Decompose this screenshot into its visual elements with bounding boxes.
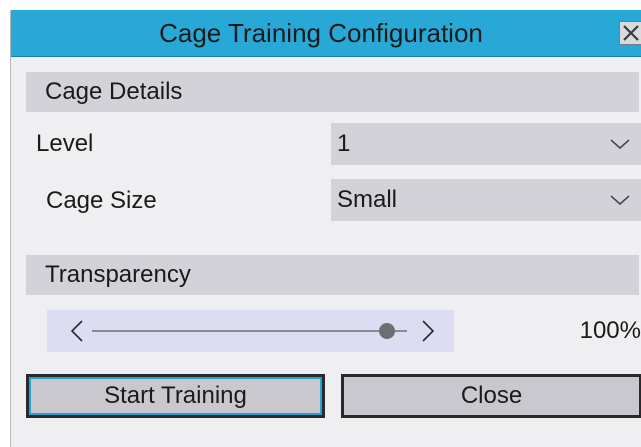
start-training-button[interactable]: Start Training — [26, 374, 325, 418]
close-icon[interactable] — [619, 21, 641, 45]
slider-track[interactable] — [92, 330, 407, 332]
chevron-right-icon[interactable] — [412, 310, 446, 352]
cage-size-dropdown[interactable]: Small — [331, 179, 641, 221]
chevron-down-icon[interactable] — [605, 132, 635, 156]
transparency-slider[interactable] — [47, 310, 454, 352]
level-value: 1 — [337, 130, 351, 157]
cage-details-header: Cage Details — [26, 72, 639, 112]
chevron-left-icon[interactable] — [59, 310, 93, 352]
title-bar[interactable]: Cage Training Configuration — [11, 10, 641, 57]
level-label: Level — [36, 130, 94, 157]
cage-size-value: Small — [337, 186, 398, 213]
dialog-title: Cage Training Configuration — [159, 18, 483, 48]
close-button[interactable]: Close — [341, 374, 641, 418]
chevron-down-icon[interactable] — [605, 188, 635, 212]
cage-training-dialog: Cage Training Configuration Cage Details… — [10, 10, 641, 447]
level-dropdown[interactable]: 1 — [331, 123, 641, 165]
transparency-value: 100% — [579, 317, 641, 344]
transparency-header: Transparency — [26, 255, 639, 295]
cage-size-label: Cage Size — [46, 187, 157, 214]
slider-thumb[interactable] — [379, 323, 395, 339]
